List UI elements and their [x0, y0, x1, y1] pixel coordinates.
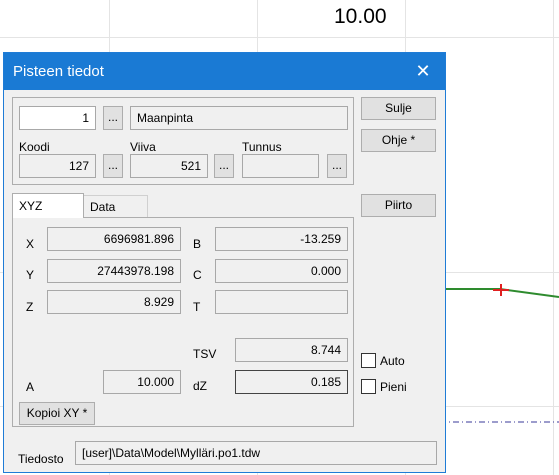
- point-info-dialog: Pisteen tiedot ✕ 1 ... Maanpinta Koodi 1…: [3, 52, 446, 473]
- dialog-title: Pisteen tiedot: [13, 63, 104, 80]
- dz-field[interactable]: 0.185: [235, 370, 348, 394]
- viiva-field[interactable]: 521: [130, 154, 208, 178]
- auto-checkbox-label: Auto: [380, 354, 405, 368]
- pieni-checkbox-box[interactable]: [361, 379, 376, 394]
- koodi-field[interactable]: 127: [19, 154, 96, 178]
- dz-label: dZ: [193, 379, 208, 393]
- tunnus-label: Tunnus: [242, 140, 282, 154]
- tab-xyz[interactable]: XYZ: [12, 193, 84, 218]
- tsv-label: TSV: [193, 347, 217, 361]
- x-field[interactable]: 6696981.896: [47, 227, 181, 251]
- point-identity-group: 1 ... Maanpinta Koodi 127 ... Viiva 521 …: [12, 97, 354, 185]
- point-marker[interactable]: [493, 284, 509, 296]
- pieni-checkbox[interactable]: Pieni: [361, 379, 441, 395]
- viiva-browse-button[interactable]: ...: [214, 154, 234, 178]
- kopioi-xy-button[interactable]: Kopioi XY *: [19, 402, 95, 425]
- b-label: B: [193, 237, 202, 251]
- c-field[interactable]: 0.000: [215, 259, 348, 283]
- a-field[interactable]: 10.000: [103, 370, 181, 394]
- point-number-field[interactable]: 1: [19, 106, 96, 130]
- tab-data-label: Data: [90, 200, 116, 214]
- tunnus-field[interactable]: [242, 154, 319, 178]
- t-label: T: [193, 300, 201, 314]
- viiva-label: Viiva: [130, 140, 156, 154]
- tunnus-browse-button[interactable]: ...: [327, 154, 347, 178]
- point-browse-button[interactable]: ...: [103, 106, 123, 130]
- pieni-checkbox-label: Pieni: [380, 380, 407, 394]
- z-label: Z: [26, 300, 34, 314]
- dialog-titlebar[interactable]: Pisteen tiedot ✕: [4, 53, 445, 90]
- auto-checkbox-box[interactable]: [361, 353, 376, 368]
- y-field[interactable]: 27443978.198: [47, 259, 181, 283]
- auto-checkbox[interactable]: Auto: [361, 353, 441, 369]
- piirto-button[interactable]: Piirto: [361, 194, 436, 217]
- a-label: A: [26, 380, 35, 394]
- file-path-field[interactable]: [user]\Data\Model\Mylläri.po1.tdw: [75, 441, 437, 465]
- b-field[interactable]: -13.259: [215, 227, 348, 251]
- file-label: Tiedosto: [18, 452, 64, 466]
- x-label: X: [26, 237, 35, 251]
- y-label: Y: [26, 268, 35, 282]
- c-label: C: [193, 268, 202, 282]
- koodi-browse-button[interactable]: ...: [103, 154, 123, 178]
- xyz-tab-panel: X 6696981.896 B -13.259 Y 27443978.198 C…: [12, 217, 354, 427]
- tsv-field[interactable]: 8.744: [235, 338, 348, 362]
- z-field[interactable]: 8.929: [47, 290, 181, 314]
- tab-xyz-label: XYZ: [19, 199, 43, 213]
- koodi-label: Koodi: [19, 140, 50, 154]
- sulje-button[interactable]: Sulje: [361, 97, 436, 120]
- ohje-button[interactable]: Ohje *: [361, 129, 436, 152]
- close-icon[interactable]: ✕: [401, 53, 445, 90]
- point-name-field[interactable]: Maanpinta: [130, 106, 348, 130]
- tab-data[interactable]: Data: [83, 195, 148, 217]
- t-field[interactable]: [215, 290, 348, 314]
